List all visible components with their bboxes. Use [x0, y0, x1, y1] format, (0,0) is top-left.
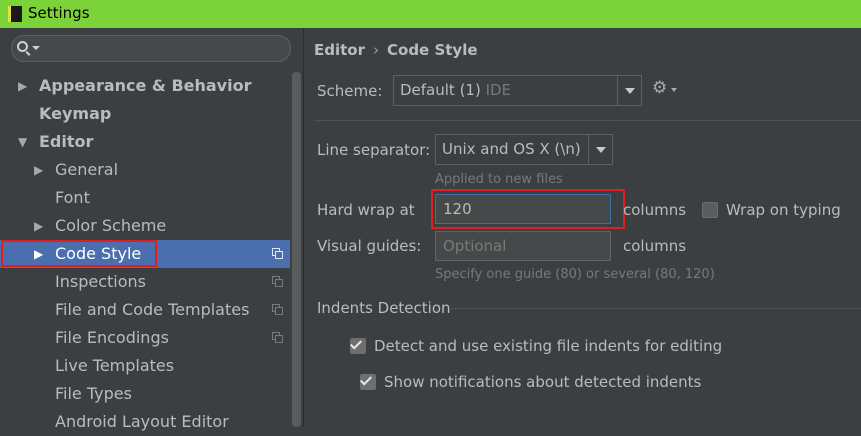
gear-icon[interactable]: ⚙ [652, 78, 667, 98]
scheme-value: Default (1) [400, 81, 481, 99]
hard-wrap-label: Hard wrap at [317, 201, 415, 219]
tree-item-android-layout-editor[interactable]: Android Layout Editor [0, 408, 290, 436]
tree-item-label: File Encodings [55, 328, 169, 347]
expand-arrow-icon[interactable]: ▶ [18, 72, 27, 100]
separator [314, 120, 861, 121]
search-input[interactable] [42, 38, 286, 60]
scheme-settings-button[interactable]: ⚙ [652, 78, 678, 98]
show-notifications-checkbox[interactable] [359, 373, 376, 390]
checkmark-icon [349, 337, 363, 350]
section-separator [449, 308, 861, 309]
chevron-down-icon[interactable] [617, 76, 641, 105]
line-separator-dropdown[interactable]: Unix and OS X (\n) [435, 134, 613, 165]
settings-search[interactable] [11, 35, 291, 62]
visual-guides-units: columns [623, 237, 687, 255]
tree-item-appearance-behavior[interactable]: ▶ Appearance & Behavior [0, 72, 290, 100]
scheme-label: Scheme: [317, 82, 383, 100]
visual-guides-hint: Specify one guide (80) or several (80, 1… [435, 267, 715, 282]
chevron-down-icon[interactable] [671, 88, 677, 92]
scrollbar-thumb[interactable] [292, 72, 301, 427]
project-settings-icon [272, 276, 284, 288]
detect-indents-checkbox[interactable] [349, 337, 366, 354]
scheme-suffix: IDE [485, 81, 512, 99]
collapse-arrow-icon[interactable]: ▼ [18, 128, 27, 156]
tree-item-label: Inspections [55, 272, 146, 291]
tree-item-label: General [55, 160, 119, 179]
breadcrumb: Editor › Code Style [314, 41, 478, 59]
tree-item-label: Editor [39, 132, 94, 151]
search-dropdown-arrow-icon[interactable] [32, 46, 40, 50]
chevron-down-icon[interactable] [588, 135, 612, 164]
hard-wrap-units: columns [623, 201, 687, 219]
sidebar-scrollbar[interactable] [290, 72, 303, 427]
tree-item-label: Appearance & Behavior [39, 76, 252, 95]
tree-item-file-code-templates[interactable]: File and Code Templates [0, 296, 290, 324]
tree-item-label: Color Scheme [55, 216, 167, 235]
scheme-dropdown[interactable]: Default (1) IDE [393, 75, 642, 106]
window-title: Settings [28, 4, 90, 22]
tree-item-label: File Types [55, 384, 132, 403]
show-notifications-label[interactable]: Show notifications about detected indent… [384, 373, 701, 391]
wrap-on-typing-label[interactable]: Wrap on typing [726, 201, 841, 219]
visual-guides-input[interactable] [443, 236, 593, 256]
project-settings-icon [272, 248, 284, 260]
line-separator-value: Unix and OS X (\n) [442, 140, 581, 158]
checkmark-icon [359, 373, 373, 386]
tree-item-file-encodings[interactable]: File Encodings [0, 324, 290, 352]
detect-indents-label[interactable]: Detect and use existing file indents for… [374, 337, 722, 355]
line-separator-hint: Applied to new files [435, 172, 563, 187]
intellij-app-icon [8, 6, 22, 22]
title-bar: Settings [0, 0, 861, 28]
expand-arrow-icon[interactable]: ▶ [34, 240, 43, 268]
wrap-on-typing-checkbox[interactable] [702, 202, 718, 218]
tree-item-editor[interactable]: ▼ Editor [0, 128, 290, 156]
code-style-panel: Editor › Code Style Scheme: Default (1) ID… [304, 28, 861, 427]
expand-arrow-icon[interactable]: ▶ [34, 156, 43, 184]
search-icon[interactable] [17, 41, 28, 52]
project-settings-icon [272, 332, 284, 344]
line-separator-label: Line separator: [317, 141, 431, 159]
tree-item-label: File and Code Templates [55, 300, 250, 319]
tree-item-font[interactable]: Font [0, 184, 290, 212]
visual-guides-label: Visual guides: [317, 237, 422, 255]
tree-item-code-style[interactable]: ▶ Code Style [0, 240, 290, 268]
indents-detection-title: Indents Detection [317, 299, 451, 317]
tree-item-inspections[interactable]: Inspections [0, 268, 290, 296]
tree-item-file-types[interactable]: File Types [0, 380, 290, 408]
breadcrumb-parent[interactable]: Editor [314, 41, 365, 59]
highlight-box [431, 189, 625, 229]
tree-item-label: Android Layout Editor [55, 412, 229, 431]
expand-arrow-icon[interactable]: ▶ [34, 212, 43, 240]
settings-sidebar: ▶ Appearance & Behavior Keymap ▼ Editor … [0, 28, 303, 431]
tree-item-label: Live Templates [55, 356, 175, 375]
tree-item-color-scheme[interactable]: ▶ Color Scheme [0, 212, 290, 240]
tree-item-label: Code Style [55, 244, 142, 263]
tree-item-keymap[interactable]: Keymap [0, 100, 290, 128]
project-settings-icon [272, 304, 284, 316]
breadcrumb-current: Code Style [387, 41, 478, 59]
tree-item-live-templates[interactable]: Live Templates [0, 352, 290, 380]
tree-item-label: Keymap [39, 104, 112, 123]
tree-item-general[interactable]: ▶ General [0, 156, 290, 184]
tree-item-label: Font [55, 188, 90, 207]
breadcrumb-separator-icon: › [373, 41, 379, 59]
visual-guides-field[interactable] [435, 231, 611, 261]
